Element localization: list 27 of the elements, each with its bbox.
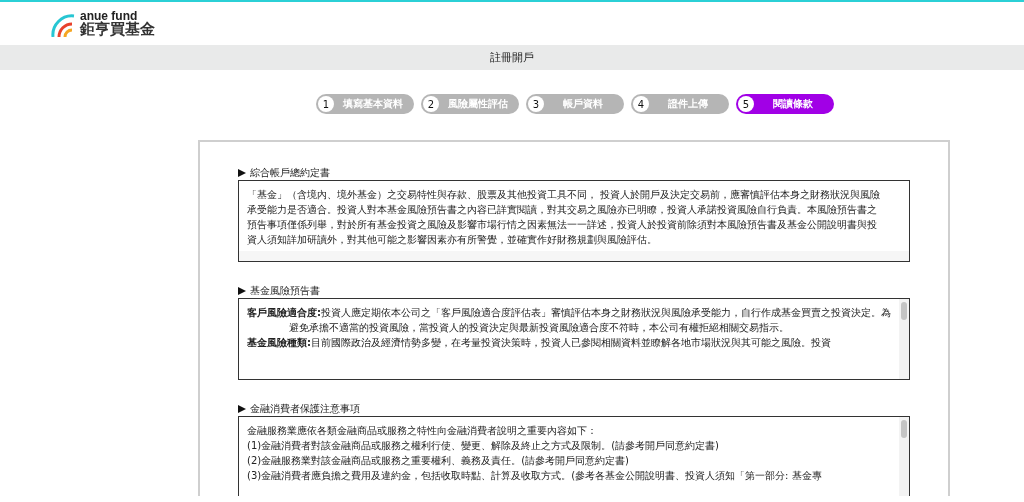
paragraph: (2)金融服務業對該金融商品或服務之重要權利、義務及責任。(請參考開戶同意約定書) [247, 454, 630, 468]
step-tab[interactable]: 5 閱讀條款 [736, 94, 834, 114]
step-number: 1 [318, 96, 334, 112]
section-heading[interactable]: 金融消費者保護注意事項 [250, 402, 360, 415]
paragraph: 基金風險種類:目前國際政治及經濟情勢多變，在考量投資決策時，投資人已參閱相關資料並瞭解各地市場狀況與其可能之風險。投資 [247, 336, 832, 350]
logo[interactable]: anue fund 鉅亨買基金 [50, 10, 155, 37]
scrollbar[interactable] [899, 299, 909, 379]
step-tab[interactable]: 4 證件上傳 [631, 94, 729, 114]
paragraph: 客戶風險適合度:投資人應定期依本公司之「客戶風險適合度評估表」審慎評估本身之財務狀況與風險承受能力，自行作成基金買賣之投資決定。為避免承擔不適當的投資風險，當投資人的投資決定與最新投資風險適合度不符時，本公司有權拒絕相關交易指示。 [247, 306, 891, 335]
paragraph: (1)金融消費者對該金融商品或服務之權利行使、變更、解除及終止之方式及限制。(請參考開戶同意約定書) [247, 439, 720, 453]
triangle-icon [238, 404, 246, 413]
triangle-icon [238, 286, 246, 295]
step-tab[interactable]: 1 填寫基本資料 [316, 94, 414, 114]
step-tab[interactable]: 3 帳戶資料 [526, 94, 624, 114]
step-number: 2 [423, 96, 439, 112]
section-heading[interactable]: 綜合帳戶總約定書 [250, 166, 330, 179]
scrollbar[interactable] [899, 417, 909, 496]
step-number: 4 [633, 96, 649, 112]
step-tab[interactable]: 2 風險屬性評估 [421, 94, 519, 114]
triangle-icon [238, 168, 246, 177]
paragraph: 金融服務業應依各類金融商品或服務之特性向金融消費者說明之重要內容如下： [247, 424, 598, 438]
paragraph: (3)金融消費者應負擔之費用及違約金，包括收取時點、計算及收取方式。(參考各基金公開說明書、投資人須知「第一部分: 基金專 [247, 469, 823, 483]
step-number: 3 [528, 96, 544, 112]
section-heading[interactable]: 基金風險預告書 [250, 284, 320, 297]
step-number: 5 [738, 96, 754, 112]
paragraph: 「基金」（含境內、境外基金）之交易特性與存款、股票及其他投資工具不同， 投資人於開戶及決定交易前，應審慎評估本身之財務狀況與風險承受能力是否適合。投資人對本基金風險預告書之內容已詳實閱讀，對其交易之風險亦已明瞭，投資人承諾投資風險自行負責。本風險預告書之預告事項僅係列舉，對於所有基金投資之風險及影響市場行情之因素無法一一詳述，投資人於投資前除須對本風險預告書及基金公開說明書與投資人須知詳加研讀外，對其他可能之影響因素亦有所警覺，並確實作好財務規劃與風險評估。 [247, 188, 882, 247]
page-title: 註冊開戶 [490, 50, 534, 65]
